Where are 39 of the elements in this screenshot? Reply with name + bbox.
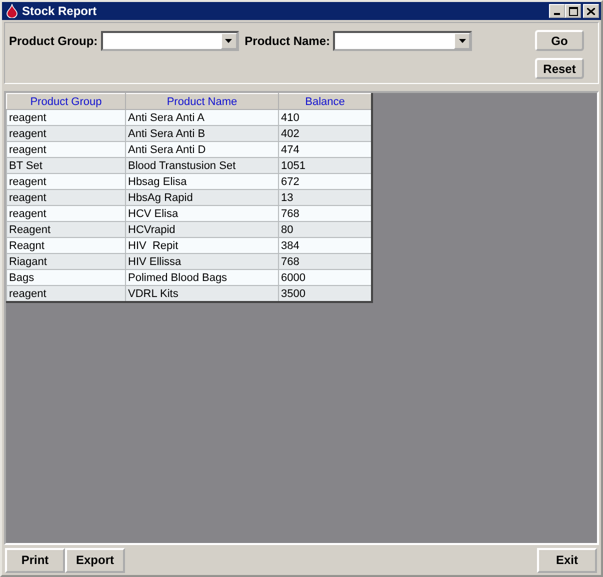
close-button[interactable] — [583, 4, 599, 18]
maximize-icon — [568, 6, 578, 16]
footer-button[interactable]: Exit — [537, 548, 597, 572]
window-title: Stock Report — [22, 4, 97, 18]
table-cell: reagent — [6, 286, 126, 302]
table-cell: Riagant — [6, 254, 126, 270]
action-button[interactable]: Go — [535, 30, 584, 51]
table-cell: 402 — [278, 126, 372, 142]
column-header[interactable]: Balance — [278, 94, 372, 110]
table-cell: Reagent — [6, 222, 126, 238]
table-cell: HbsAg Rapid — [126, 190, 278, 206]
table-cell: reagent — [6, 126, 126, 142]
dropdown-field[interactable] — [333, 31, 472, 51]
column-header[interactable]: Product Group — [6, 94, 126, 110]
filter-label: Product Group: — [9, 34, 98, 48]
table-cell: 768 — [278, 254, 372, 270]
filter-label: Product Name: — [244, 34, 330, 48]
table-cell: BT Set — [6, 158, 126, 174]
dropdown-arrow-icon — [225, 39, 232, 43]
maximize-button[interactable] — [565, 4, 581, 18]
action-button[interactable]: Reset — [535, 58, 584, 79]
dropdown-field[interactable] — [100, 31, 239, 51]
dropdown-arrow-icon — [458, 39, 466, 43]
table-cell: 1051 — [278, 158, 372, 174]
table-cell: Blood Transtusion Set — [126, 158, 278, 174]
blood-drop-icon — [6, 4, 18, 18]
footer-button[interactable]: Export — [65, 548, 125, 572]
table-cell: 80 — [278, 222, 372, 238]
table-cell: 3500 — [278, 286, 372, 302]
table-cell: HIV Ellissa — [126, 254, 278, 270]
table-cell: VDRL Kits — [126, 286, 278, 302]
table-cell: Anti Sera Anti B — [126, 126, 278, 142]
close-icon — [587, 8, 595, 14]
table-cell: reagent — [6, 190, 126, 206]
table-cell: 13 — [278, 190, 372, 206]
column-header[interactable]: Product Name — [126, 94, 278, 110]
footer-button[interactable]: Print — [5, 548, 65, 572]
table-cell: HCVrapid — [126, 222, 278, 238]
minimize-button[interactable] — [549, 4, 565, 18]
